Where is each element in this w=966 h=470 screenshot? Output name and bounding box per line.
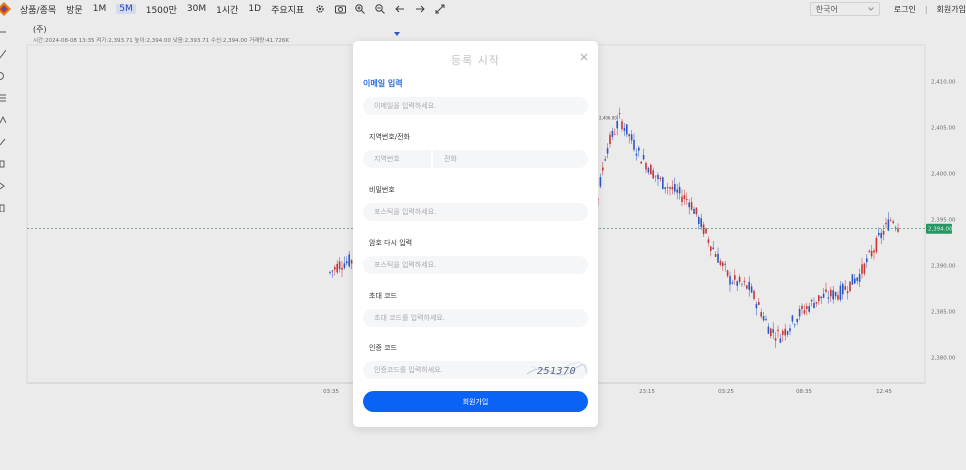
phone-label: 지역번호/전화 <box>369 133 410 141</box>
captcha-text: 251370 <box>537 366 576 377</box>
phone-field[interactable]: 전화 <box>433 150 588 168</box>
signup-submit-button[interactable]: 회원가입 <box>363 391 588 412</box>
password-field[interactable]: 포스틱을 입력하세요. <box>363 203 588 221</box>
email-label: 이메일 입력 <box>363 79 403 88</box>
email-placeholder: 이메일을 입력하세요. <box>374 102 437 110</box>
phone-placeholder: 전화 <box>444 155 457 163</box>
password-confirm-field[interactable]: 포스틱을 입력하세요. <box>363 256 588 274</box>
area-code-field[interactable]: 지역번호 <box>363 150 431 168</box>
password-placeholder: 포스틱을 입력하세요. <box>374 208 437 216</box>
signup-modal: 등록 시작 이메일 입력 이메일을 입력하세요. 지역번호/전화 지역번호 전화… <box>353 41 598 427</box>
area-code-placeholder: 지역번호 <box>374 155 400 163</box>
captcha-image[interactable]: 251370 <box>525 361 587 379</box>
modal-title: 등록 시작 <box>451 54 500 67</box>
verify-code-label: 인증 코드 <box>369 344 397 352</box>
password-confirm-placeholder: 포스틱을 입력하세요. <box>374 261 437 269</box>
invite-code-placeholder: 초대 코드를 입력하세요. <box>374 314 446 322</box>
invite-code-field[interactable]: 초대 코드를 입력하세요. <box>363 309 588 327</box>
email-field[interactable]: 이메일을 입력하세요. <box>363 97 588 115</box>
verify-code-placeholder: 인증코드를 입력하세요. <box>374 366 443 374</box>
password-label: 비밀번호 <box>369 186 395 194</box>
close-icon[interactable] <box>580 53 588 61</box>
password-confirm-label: 암호 다시 입력 <box>369 239 413 247</box>
invite-code-label: 초대 코드 <box>369 292 397 300</box>
